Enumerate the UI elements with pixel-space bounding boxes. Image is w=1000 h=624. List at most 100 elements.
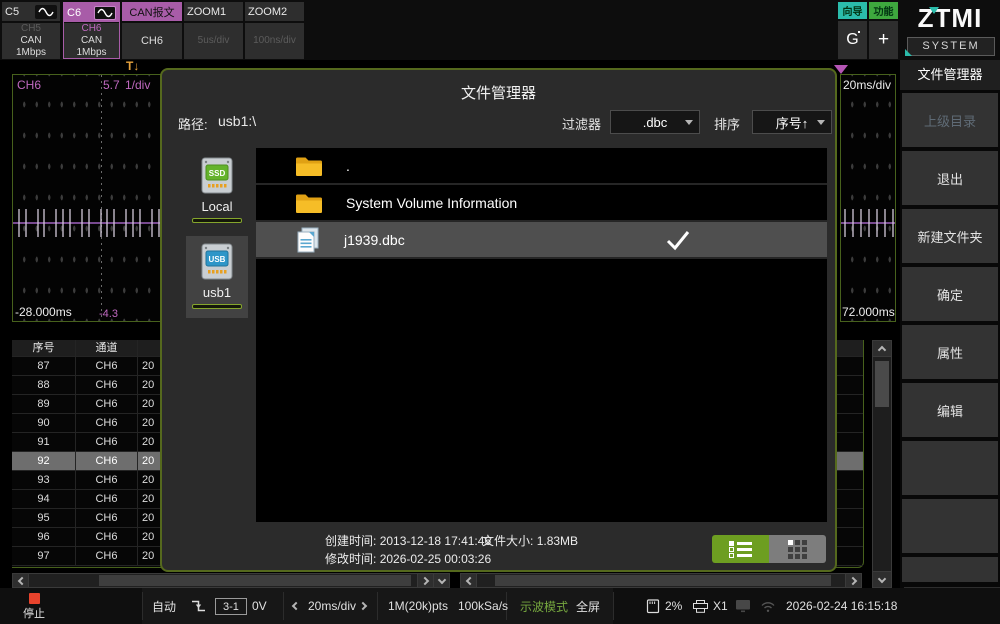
trigger-level-label: -4.3: [99, 308, 118, 320]
can-waveform: [841, 75, 895, 321]
tab-c5[interactable]: C5 CH5 CAN 1Mbps: [2, 2, 60, 59]
tab-c5-header[interactable]: C5: [2, 2, 60, 21]
list-view-icon: [729, 540, 752, 559]
vertical-scrollbar[interactable]: [872, 340, 892, 588]
path-label: 路径:: [178, 114, 208, 133]
scroll-left-button[interactable]: [461, 574, 477, 587]
menu-sidebar: 文件管理器 上级目录 退出 新建文件夹 确定 属性 编辑: [900, 60, 1000, 588]
scroll-up-button[interactable]: [873, 341, 891, 357]
scroll-track[interactable]: [29, 574, 417, 587]
sidebar-button-confirm[interactable]: 确定: [902, 267, 998, 321]
plus-icon: +: [869, 21, 898, 59]
file-row[interactable]: System Volume Information: [256, 185, 827, 222]
tab-zoom1-header[interactable]: ZOOM1: [184, 2, 243, 21]
modified-time: 修改时间: 2026-02-25 00:03:26: [325, 550, 491, 567]
trigger-mode[interactable]: 自动: [152, 588, 176, 624]
brand-accent-icon: [929, 7, 939, 14]
tab-c6[interactable]: C6 CH6 CAN 1Mbps: [63, 2, 120, 59]
scroll-collapse-button[interactable]: [433, 574, 449, 587]
tab-zoom2-body[interactable]: 100ns/div: [245, 23, 304, 59]
drive-item-usb1[interactable]: USB usb1: [186, 236, 248, 318]
top-bar: C5 CH5 CAN 1Mbps C6 CH6 CAN 1Mbps: [0, 0, 1000, 60]
sidebar-button-properties[interactable]: 属性: [902, 325, 998, 379]
tab-c5-body[interactable]: CH5 CAN 1Mbps: [2, 23, 60, 59]
sidebar-button-edit[interactable]: 编辑: [902, 383, 998, 437]
tab-can-message[interactable]: CAN报文 CH6: [122, 2, 182, 59]
display-icon: [735, 588, 752, 624]
created-time: 创建时间: 2013-12-18 17:41:46: [325, 532, 491, 549]
function-button[interactable]: 功能 +: [869, 2, 898, 59]
menu-title: 文件管理器: [900, 60, 1000, 90]
tab-c6-header[interactable]: C6: [64, 3, 119, 22]
grid-view-button[interactable]: [769, 535, 826, 563]
drive-panel: SSD Local USB usb1: [186, 148, 248, 522]
print-count: X1: [713, 588, 728, 624]
sort-select[interactable]: 序号↑: [752, 110, 832, 134]
fullscreen-button[interactable]: 全屏: [576, 588, 600, 624]
trigger-time-marker[interactable]: T↓: [126, 59, 139, 73]
timebase-decrease-button[interactable]: [293, 588, 297, 624]
sidebar-button-empty: [902, 499, 998, 553]
usb-drive-icon: USB: [200, 243, 234, 283]
trigger-source[interactable]: 3-1: [215, 588, 247, 624]
tab-zoom2-header[interactable]: ZOOM2: [245, 2, 304, 21]
sidebar-button-parent-dir[interactable]: 上级目录: [902, 93, 998, 147]
tab-zoom1[interactable]: ZOOM1 5us/div: [184, 2, 243, 59]
svg-text:USB: USB: [209, 255, 226, 264]
sidebar-button-new-folder[interactable]: 新建文件夹: [902, 209, 998, 263]
file-row-selected[interactable]: j1939.dbc: [256, 222, 827, 259]
scroll-right-button[interactable]: [417, 574, 433, 587]
tab-can-header[interactable]: CAN报文: [122, 2, 182, 21]
storage-icon: [646, 588, 660, 624]
scroll-thumb[interactable]: [495, 575, 831, 586]
filter-select[interactable]: .dbc: [610, 110, 700, 134]
file-manager-dialog: 文件管理器 路径: usb1:\ 过滤器 .dbc 排序 序号↑ SSD: [160, 68, 837, 572]
tab-zoom2[interactable]: ZOOM2 100ns/div: [245, 2, 304, 59]
file-row[interactable]: .: [256, 148, 827, 185]
scope-mode-button[interactable]: 示波模式: [520, 588, 568, 624]
filter-label: 过滤器: [562, 114, 601, 133]
wizard-button[interactable]: 向导 G: [838, 2, 867, 59]
stop-icon: [29, 593, 40, 604]
ssd-drive-icon: SSD: [200, 157, 234, 197]
timebase-value[interactable]: 20ms/div: [308, 588, 356, 624]
path-value: usb1:\: [218, 113, 256, 129]
timebase-increase-button[interactable]: [362, 588, 366, 624]
caret-down-icon: [817, 120, 825, 125]
capacity-bar: [192, 218, 242, 223]
scroll-right-button[interactable]: [845, 574, 861, 587]
drive-item-local[interactable]: SSD Local: [186, 150, 248, 232]
run-stop-control[interactable]: 停止: [14, 591, 54, 621]
horizontal-scrollbar-right[interactable]: [460, 573, 862, 588]
scroll-thumb[interactable]: [99, 575, 411, 586]
status-bar: 停止 自动 3-1 0V 20ms/div 1M(20k)pts 100kSa/…: [0, 588, 1000, 624]
sort-label: 排序: [714, 114, 740, 133]
grid-view-icon: [788, 540, 807, 559]
sine-icon: [35, 5, 57, 19]
datetime: 2026-02-24 16:15:18: [786, 588, 897, 624]
function-label: 功能: [869, 2, 898, 19]
trigger-edge-icon: [190, 588, 207, 624]
scroll-down-button[interactable]: [873, 571, 891, 587]
horizontal-scrollbar-left[interactable]: [12, 573, 450, 588]
sidebar-button-exit[interactable]: 退出: [902, 151, 998, 205]
time-right-label: 72.000ms: [842, 305, 895, 319]
scroll-left-button[interactable]: [13, 574, 29, 587]
trigger-level[interactable]: 0V: [252, 588, 267, 624]
file-size: 文件大小: 1.83MB: [482, 532, 578, 549]
scroll-thumb[interactable]: [875, 361, 889, 407]
printer-icon[interactable]: [692, 588, 709, 624]
storage-percent: 2%: [665, 588, 682, 624]
waveform-grid-right: 20ms/div 72.000ms: [840, 74, 896, 322]
tab-can-body[interactable]: CH6: [122, 23, 182, 59]
tab-zoom1-body[interactable]: 5us/div: [184, 23, 243, 59]
sidebar-button-empty: [902, 441, 998, 495]
capacity-bar: [192, 304, 242, 309]
wizard-icon: G: [838, 21, 867, 59]
wifi-icon: [760, 588, 776, 624]
brand-corner-icon: [905, 49, 912, 56]
list-view-button[interactable]: [712, 535, 769, 563]
sine-icon: [94, 6, 116, 20]
scroll-track[interactable]: [477, 574, 845, 587]
tab-c6-body[interactable]: CH6 CAN 1Mbps: [64, 23, 119, 58]
